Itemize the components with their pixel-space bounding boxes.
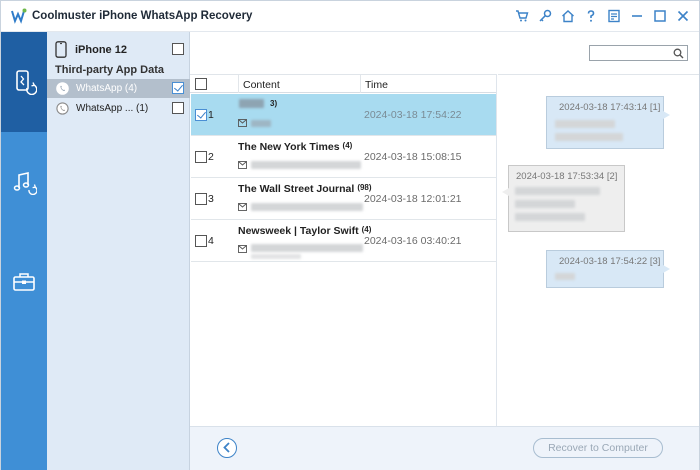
footer-bar: Recover to Computer [190, 426, 699, 470]
message-time: 2024-03-18 17:54:22 [3] [559, 256, 661, 267]
home-icon[interactable] [560, 7, 576, 25]
music-sync-icon [13, 172, 37, 195]
table-row[interactable]: 2 The New York Times (4) 2024-03-18 15:08… [191, 136, 496, 178]
chat-list-pane: Content Time 1 3) 2024-03-18 17:54:22 2 … [190, 32, 497, 426]
row-title: The New York Times (4) [238, 141, 353, 153]
message-time: 2024-03-18 17:43:14 [1] [559, 102, 661, 113]
app-label: WhatsApp ... (1) [76, 103, 149, 114]
close-icon[interactable] [675, 7, 691, 25]
blurred-contact-name [239, 99, 264, 108]
row-message-count: (98) [357, 183, 372, 192]
row-checkbox[interactable] [195, 193, 207, 205]
key-icon[interactable] [537, 7, 553, 25]
search-input[interactable] [589, 45, 688, 61]
category-pane: iPhone 12 Third-party App Data WhatsApp … [47, 32, 190, 470]
device-checkbox[interactable] [172, 43, 184, 55]
column-header-time[interactable]: Time [365, 79, 388, 91]
message-bubble[interactable]: 2024-03-18 17:54:22 [3] [546, 250, 670, 288]
message-icon [238, 119, 247, 127]
blurred-message-text [555, 273, 575, 280]
blurred-preview [251, 203, 363, 211]
row-index: 3 [208, 193, 214, 205]
divider [498, 74, 699, 75]
row-index: 2 [208, 151, 214, 163]
app-window: Coolmuster iPhone WhatsApp Recovery iPho… [0, 0, 700, 470]
list-toolbar [190, 32, 497, 74]
section-label: Third-party App Data [55, 64, 164, 76]
header-separator [360, 75, 361, 93]
message-bubble[interactable]: 2024-03-18 17:53:34 [2] [502, 165, 625, 232]
message-icon [238, 161, 247, 169]
row-checkbox[interactable] [195, 235, 207, 247]
phone-sync-icon [16, 70, 37, 95]
header-separator [238, 75, 239, 93]
whatsapp-business-icon [56, 102, 69, 115]
message-time: 2024-03-18 17:53:34 [2] [516, 171, 618, 182]
app-item-whatsapp[interactable]: WhatsApp (4) [47, 79, 190, 98]
nav-toolbox[interactable] [1, 232, 47, 332]
blurred-preview [251, 120, 271, 127]
list-header: Content Time [190, 74, 496, 93]
message-bubble[interactable]: 2024-03-18 17:43:14 [1] [546, 96, 670, 149]
blurred-preview [251, 254, 301, 259]
blurred-message-text [515, 213, 585, 221]
row-time: 2024-03-18 15:08:15 [364, 151, 462, 163]
nav-phone-data[interactable] [1, 32, 47, 132]
title-bar: Coolmuster iPhone WhatsApp Recovery [1, 1, 699, 32]
blurred-message-text [515, 200, 575, 208]
row-checkbox[interactable] [195, 151, 207, 163]
feedback-icon[interactable] [606, 7, 622, 25]
minimize-icon[interactable] [629, 7, 645, 25]
message-icon [238, 245, 247, 253]
device-name: iPhone 12 [75, 44, 127, 56]
help-icon[interactable] [583, 7, 599, 25]
toolbox-icon [13, 273, 35, 291]
message-view-pane: 2024-03-18 17:43:14 [1] 2024-03-18 17:53… [498, 32, 699, 426]
maximize-icon[interactable] [652, 7, 668, 25]
blurred-message-text [555, 133, 623, 141]
chevron-left-icon [223, 442, 230, 453]
row-checkbox[interactable] [195, 109, 207, 121]
row-time: 2024-03-16 03:40:21 [364, 235, 462, 247]
row-index: 1 [208, 109, 214, 121]
select-all-checkbox[interactable] [195, 78, 207, 90]
app-checkbox[interactable] [172, 102, 184, 114]
whatsapp-icon [56, 82, 69, 95]
iphone-icon [55, 41, 67, 58]
back-button[interactable] [217, 438, 237, 458]
row-title: 3) [267, 99, 277, 111]
row-message-count: (4) [342, 141, 353, 150]
table-row[interactable]: 3 The Wall Street Journal (98) 2024-03-18… [191, 178, 496, 220]
row-message-count: (4) [361, 225, 372, 234]
left-nav-rail [1, 32, 47, 470]
row-title: Newsweek | Taylor Swift (4) [238, 225, 372, 237]
app-label: WhatsApp (4) [76, 83, 138, 94]
device-row[interactable]: iPhone 12 [55, 41, 185, 59]
message-icon [238, 203, 247, 211]
titlebar-controls [514, 7, 691, 25]
search-icon[interactable] [673, 48, 684, 59]
row-index: 4 [208, 235, 214, 247]
row-title: The Wall Street Journal (98) [238, 183, 372, 195]
recover-to-computer-button[interactable]: Recover to Computer [533, 438, 663, 458]
app-item-whatsapp-business[interactable]: WhatsApp ... (1) [47, 99, 190, 118]
column-header-content[interactable]: Content [243, 79, 280, 91]
table-row[interactable]: 4 Newsweek | Taylor Swift (4) 2024-03-16 … [191, 220, 496, 262]
blurred-message-text [515, 187, 600, 195]
app-checkbox[interactable] [172, 82, 184, 94]
app-logo-icon [11, 8, 27, 24]
blurred-message-text [555, 120, 615, 128]
nav-music-data[interactable] [1, 132, 47, 232]
app-title: Coolmuster iPhone WhatsApp Recovery [32, 10, 253, 22]
blurred-preview [251, 161, 361, 169]
row-time: 2024-03-18 12:01:21 [364, 193, 462, 205]
blurred-preview [251, 244, 363, 252]
row-time: 2024-03-18 17:54:22 [364, 109, 462, 121]
cart-icon[interactable] [514, 7, 530, 25]
row-message-count: 3) [270, 99, 278, 108]
table-row[interactable]: 1 3) 2024-03-18 17:54:22 [191, 94, 496, 136]
